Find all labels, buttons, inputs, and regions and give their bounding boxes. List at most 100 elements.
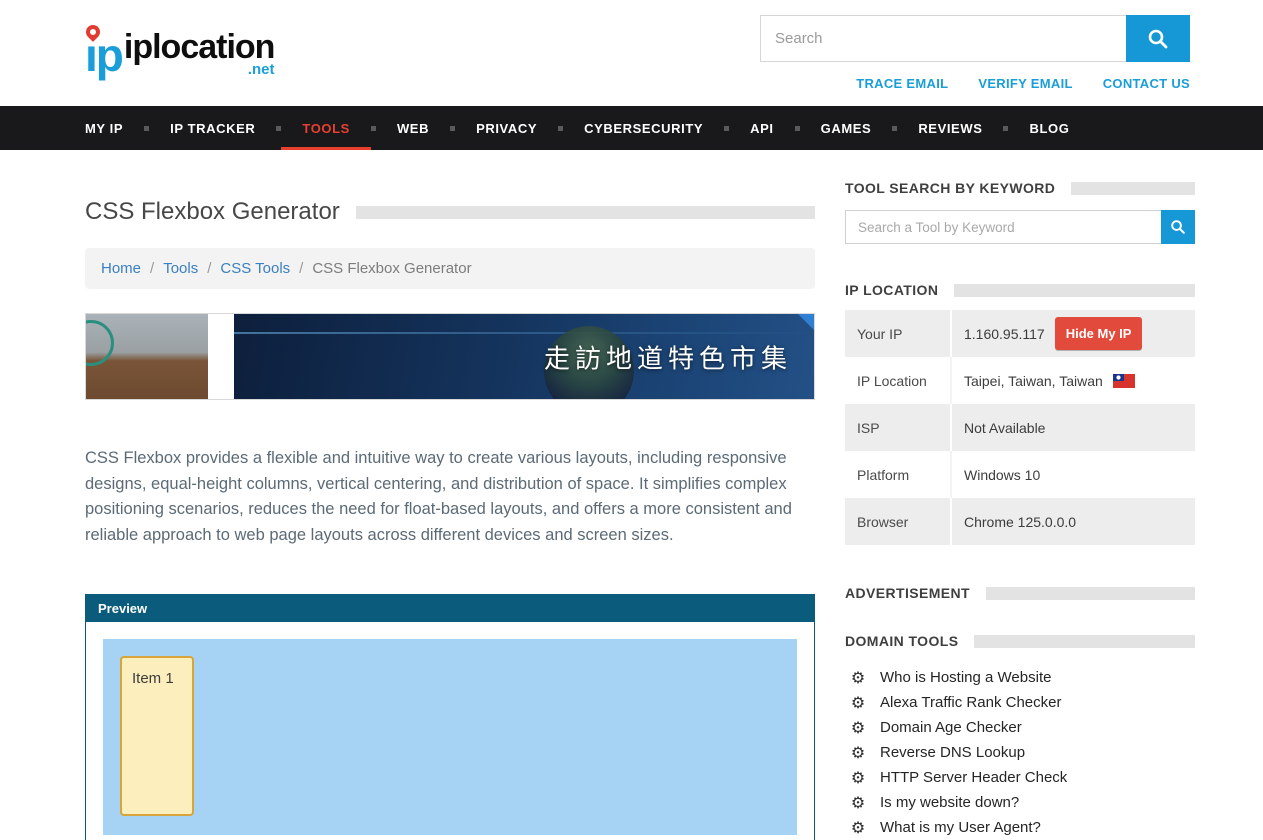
search-button[interactable] — [1126, 15, 1190, 62]
flex-item-1[interactable]: Item 1 — [120, 656, 194, 816]
gear-icon — [849, 818, 867, 838]
tool-description: CSS Flexbox provides a flexible and intu… — [85, 446, 815, 548]
nav-item-privacy[interactable]: PRIVACY — [455, 106, 558, 150]
nav-item-reviews[interactable]: REVIEWS — [897, 106, 1003, 150]
breadcrumb-tools-link[interactable]: Tools — [163, 260, 198, 277]
content-area: CSS Flexbox Generator Home / Tools / CSS… — [0, 150, 1263, 840]
advertisement-heading: ADVERTISEMENT — [845, 585, 970, 601]
domain-tool-link[interactable]: Reverse DNS Lookup — [880, 744, 1025, 761]
page-title: CSS Flexbox Generator — [85, 198, 340, 226]
breadcrumb-separator: / — [207, 260, 211, 277]
domain-tool-link[interactable]: Alexa Traffic Rank Checker — [880, 694, 1061, 711]
nav-item-web[interactable]: WEB — [376, 106, 450, 150]
list-item[interactable]: Is my website down? — [845, 790, 1195, 815]
heading-decoration-bar — [954, 284, 1195, 297]
ad-gap — [208, 314, 234, 399]
nav-item-cybersecurity[interactable]: CYBERSECURITY — [563, 106, 724, 150]
tool-search-button[interactable] — [1161, 210, 1195, 244]
nav-item-tools[interactable]: TOOLS — [281, 106, 371, 150]
tool-search-heading: TOOL SEARCH BY KEYWORD — [845, 180, 1055, 196]
verify-email-link[interactable]: VERIFY EMAIL — [978, 76, 1072, 91]
table-row-browser: Browser Chrome 125.0.0.0 — [845, 498, 1195, 545]
ad-banner[interactable]: 走訪地道特色市集 — [85, 313, 815, 400]
advertisement-heading-row: ADVERTISEMENT — [845, 585, 1195, 601]
domain-tools-heading: DOMAIN TOOLS — [845, 633, 958, 649]
row-label: ISP — [845, 404, 952, 451]
trace-email-link[interactable]: TRACE EMAIL — [856, 76, 948, 91]
main-nav: MY IP IP TRACKER TOOLS WEB PRIVACY CYBER… — [0, 106, 1263, 150]
nav-item-ip-tracker[interactable]: IP TRACKER — [149, 106, 276, 150]
breadcrumb: Home / Tools / CSS Tools / CSS Flexbox G… — [85, 248, 815, 289]
list-item[interactable]: Who is Hosting a Website — [845, 665, 1195, 690]
logo-word-text: iplocation — [124, 28, 275, 66]
search-icon — [1147, 28, 1169, 50]
domain-tools-list: Who is Hosting a Website Alexa Traffic R… — [845, 665, 1195, 840]
taiwan-flag-icon — [1113, 374, 1135, 388]
heading-decoration-bar — [986, 587, 1195, 600]
nav-item-my-ip[interactable]: MY IP — [64, 106, 144, 150]
ip-location-value: Taipei, Taiwan, Taiwan — [964, 373, 1103, 389]
list-item[interactable]: Domain Age Checker — [845, 715, 1195, 740]
contact-us-link[interactable]: CONTACT US — [1103, 76, 1190, 91]
ip-location-heading: IP LOCATION — [845, 282, 938, 298]
main-column: CSS Flexbox Generator Home / Tools / CSS… — [85, 180, 815, 840]
row-value: 1.160.95.117 Hide My IP — [952, 310, 1195, 357]
breadcrumb-css-tools-link[interactable]: CSS Tools — [220, 260, 290, 277]
heading-decoration-bar — [1071, 182, 1195, 195]
your-ip-value: 1.160.95.117 — [964, 326, 1045, 342]
ad-ring-graphic — [86, 320, 114, 366]
nav-item-blog[interactable]: BLOG — [1008, 106, 1090, 150]
site-logo[interactable]: ıp iplocation .net — [85, 30, 274, 77]
preview-panel-header: Preview — [86, 595, 814, 622]
ad-left-image — [86, 314, 208, 399]
row-label: IP Location — [845, 357, 952, 404]
ad-main-image: 走訪地道特色市集 — [234, 314, 814, 399]
search-input[interactable] — [760, 15, 1126, 62]
header-right: TRACE EMAIL VERIFY EMAIL CONTACT US — [760, 15, 1190, 91]
flexbox-preview-container: Item 1 — [103, 639, 797, 835]
row-value: Not Available — [952, 404, 1195, 451]
nav-item-api[interactable]: API — [729, 106, 794, 150]
logo-pin-mark: ıp — [85, 35, 122, 76]
list-item[interactable]: HTTP Server Header Check — [845, 765, 1195, 790]
tool-search — [845, 210, 1195, 244]
row-value: Taipei, Taiwan, Taiwan — [952, 357, 1195, 404]
page-title-row: CSS Flexbox Generator — [85, 198, 815, 226]
header-links: TRACE EMAIL VERIFY EMAIL CONTACT US — [856, 76, 1190, 91]
breadcrumb-separator: / — [299, 260, 303, 277]
logo-wordmark: iplocation .net — [124, 30, 275, 77]
list-item[interactable]: Alexa Traffic Rank Checker — [845, 690, 1195, 715]
table-row-your-ip: Your IP 1.160.95.117 Hide My IP — [845, 310, 1195, 357]
domain-tool-link[interactable]: Domain Age Checker — [880, 719, 1022, 736]
domain-tool-link[interactable]: Who is Hosting a Website — [880, 669, 1051, 686]
table-row-isp: ISP Not Available — [845, 404, 1195, 451]
list-item[interactable]: What is my User Agent? — [845, 815, 1195, 840]
list-item[interactable]: Reverse DNS Lookup — [845, 740, 1195, 765]
breadcrumb-current: CSS Flexbox Generator — [312, 260, 471, 277]
gear-icon — [849, 718, 867, 738]
heading-decoration-bar — [356, 206, 815, 219]
sidebar: TOOL SEARCH BY KEYWORD IP LOCATION Your … — [845, 180, 1195, 840]
nav-item-games[interactable]: GAMES — [800, 106, 893, 150]
ad-light-streak — [234, 332, 814, 334]
row-label: Browser — [845, 498, 952, 545]
domain-tool-link[interactable]: What is my User Agent? — [880, 819, 1041, 836]
preview-panel: Preview Item 1 — [85, 594, 815, 840]
gear-icon — [849, 768, 867, 788]
domain-tool-link[interactable]: HTTP Server Header Check — [880, 769, 1067, 786]
ad-headline: 走訪地道特色市集 — [544, 338, 792, 375]
table-row-ip-location: IP Location Taipei, Taiwan, Taiwan — [845, 357, 1195, 404]
ad-choices-icon[interactable] — [798, 314, 814, 330]
row-label: Platform — [845, 451, 952, 498]
heading-decoration-bar — [974, 635, 1195, 648]
hide-my-ip-button[interactable]: Hide My IP — [1055, 317, 1143, 350]
tool-search-heading-row: TOOL SEARCH BY KEYWORD — [845, 180, 1195, 196]
breadcrumb-home-link[interactable]: Home — [101, 260, 141, 277]
location-pin-icon — [83, 22, 103, 42]
ip-location-heading-row: IP LOCATION — [845, 282, 1195, 298]
breadcrumb-separator: / — [150, 260, 154, 277]
gear-icon — [849, 793, 867, 813]
ip-location-table: Your IP 1.160.95.117 Hide My IP IP Locat… — [845, 310, 1195, 545]
domain-tool-link[interactable]: Is my website down? — [880, 794, 1019, 811]
tool-search-input[interactable] — [845, 210, 1161, 244]
